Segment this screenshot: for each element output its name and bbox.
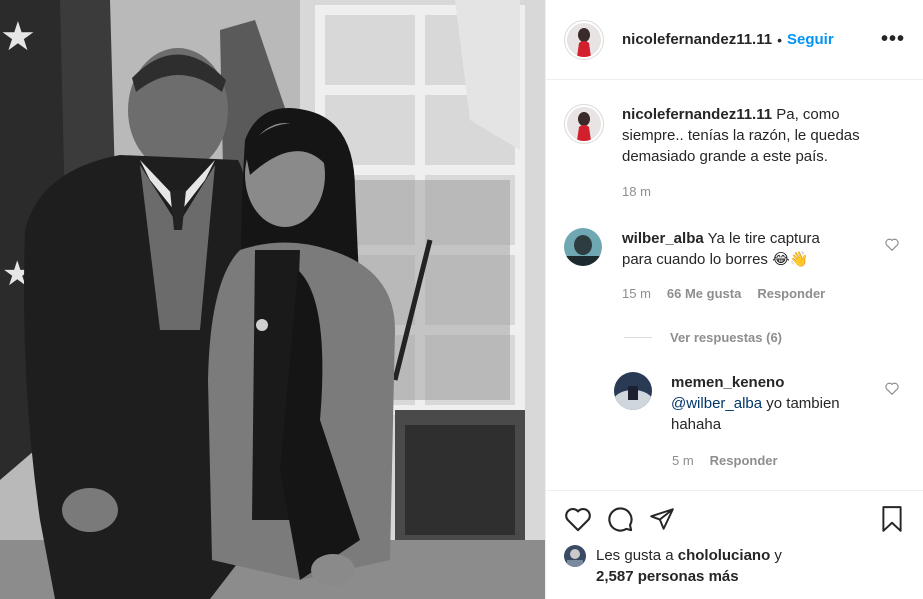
photo-image: ★ ★ xyxy=(0,0,545,599)
comment-item: wilber_alba Ya le tire captura para cuan… xyxy=(564,228,905,270)
bookmark-icon[interactable] xyxy=(879,505,905,533)
author-avatar[interactable] xyxy=(567,22,601,57)
likes-summary: Les gusta a chololuciano y 2,587 persona… xyxy=(564,545,905,587)
likes-suffix: y xyxy=(770,547,782,564)
comment-like-icon[interactable] xyxy=(885,238,899,254)
post-photo: ★ ★ xyxy=(0,0,545,599)
likes-text: Les gusta a chololuciano y 2,587 persona… xyxy=(596,545,782,587)
caption-time[interactable]: 18 m xyxy=(622,184,651,199)
comment-likes[interactable]: 66 Me gusta xyxy=(667,286,741,301)
reply-reply-button[interactable]: Responder xyxy=(710,453,778,468)
reply-meta: 5 m Responder xyxy=(672,453,778,468)
comment-body: wilber_alba Ya le tire captura para cuan… xyxy=(622,228,847,270)
comment-time[interactable]: 15 m xyxy=(622,286,651,301)
comment-meta: 15 m 66 Me gusta Responder xyxy=(622,286,825,301)
likes-count[interactable]: 2,587 personas más xyxy=(596,568,739,585)
caption: nicolefernandez11.11 Pa, como siempre.. … xyxy=(564,104,905,167)
liker-username[interactable]: chololuciano xyxy=(678,547,771,564)
caption-avatar-ring[interactable] xyxy=(564,104,604,144)
comment-icon[interactable] xyxy=(606,505,634,533)
likes-prefix: Les gusta a xyxy=(596,547,678,564)
reply-time[interactable]: 5 m xyxy=(672,453,694,468)
author-avatar-ring[interactable] xyxy=(564,19,604,60)
post-actions: Les gusta a chololuciano y 2,587 persona… xyxy=(546,490,923,587)
svg-text:★: ★ xyxy=(0,14,36,60)
heart-icon[interactable] xyxy=(564,506,592,532)
reply-avatar[interactable] xyxy=(614,372,652,410)
more-icon[interactable]: ••• xyxy=(881,28,905,51)
action-icons xyxy=(564,505,905,533)
view-replies-button[interactable]: Ver respuestas (6) xyxy=(624,330,782,345)
post-side-panel: nicolefernandez11.11 • Seguir ••• nicole… xyxy=(545,0,923,599)
author-username[interactable]: nicolefernandez11.11 xyxy=(622,31,772,48)
follow-button[interactable]: Seguir xyxy=(787,31,834,48)
caption-username[interactable]: nicolefernandez11.11 xyxy=(622,106,772,123)
caption-meta: 18 m xyxy=(622,184,651,199)
reply-item: memen_keneno @wilber_alba yo tambien hah… xyxy=(614,372,905,435)
post-header: nicolefernandez11.11 • Seguir ••• xyxy=(546,0,923,80)
reply-like-icon[interactable] xyxy=(885,382,899,398)
comments-section[interactable]: nicolefernandez11.11 Pa, como siempre.. … xyxy=(546,80,923,490)
caption-avatar[interactable] xyxy=(567,107,601,141)
reply-body: memen_keneno @wilber_alba yo tambien hah… xyxy=(671,372,861,435)
separator-dot: • xyxy=(777,31,782,48)
liker-avatar[interactable] xyxy=(564,545,586,567)
comment-reply-button[interactable]: Responder xyxy=(757,286,825,301)
commenter-avatar[interactable] xyxy=(564,228,602,266)
view-replies-label[interactable]: Ver respuestas (6) xyxy=(670,330,782,345)
comment-username[interactable]: wilber_alba xyxy=(622,230,704,247)
reply-mention[interactable]: @wilber_alba xyxy=(671,395,762,412)
share-icon[interactable] xyxy=(648,506,676,532)
caption-body: nicolefernandez11.11 Pa, como siempre.. … xyxy=(622,104,862,167)
reply-username[interactable]: memen_keneno xyxy=(671,374,784,391)
replies-divider xyxy=(624,337,652,338)
